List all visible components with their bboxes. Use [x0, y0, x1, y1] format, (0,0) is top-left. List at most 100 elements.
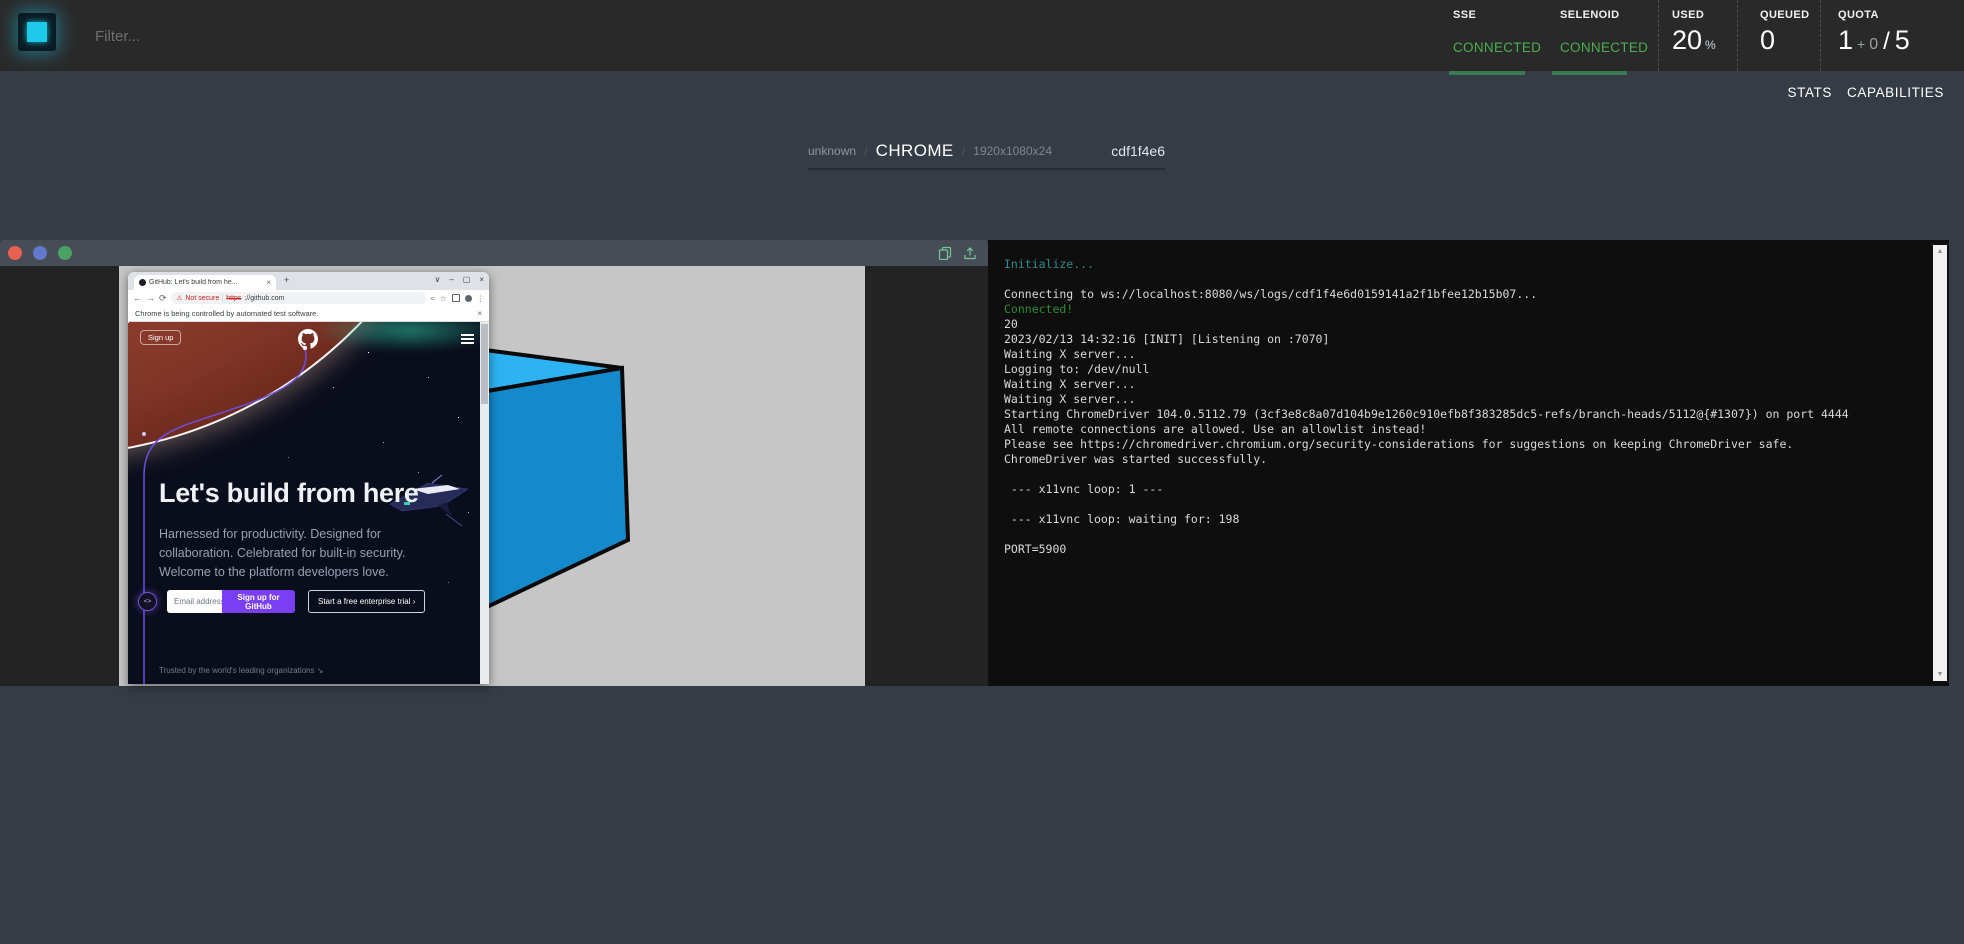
page-scrollbar-thumb[interactable] — [481, 324, 488, 404]
hero-tagline: Harnessed for productivity. Designed for… — [159, 525, 455, 582]
tab-stats[interactable]: STATS — [1788, 85, 1833, 100]
infobar-close-icon[interactable]: × — [477, 309, 482, 318]
log-line — [1004, 527, 1919, 542]
selenoid-ui-root: SSE CONNECTED SELENOID CONNECTED USED 20… — [0, 0, 1964, 944]
warning-icon: ⚠ — [177, 294, 183, 302]
session-browser: CHROME — [876, 141, 954, 161]
quota-pending: 0 — [1869, 36, 1878, 54]
minimize-icon[interactable]: – — [449, 275, 453, 284]
session-resolution: 1920x1080x24 — [973, 144, 1052, 158]
scroll-down-arrow-icon[interactable]: ▼ — [1933, 671, 1947, 678]
sse-status: CONNECTED — [1453, 40, 1541, 55]
log-line: Starting ChromeDriver 104.0.5112.79 (3cf… — [1004, 407, 1919, 422]
hero-heading: Let's build from here — [159, 478, 419, 509]
quota-slash: / — [1883, 28, 1890, 56]
header-divider — [1658, 0, 1659, 71]
toolbar-icons: < ☆ ⋮ — [430, 294, 484, 303]
signup-for-github-button[interactable]: Sign up for GitHub — [222, 590, 295, 613]
new-tab-button[interactable]: + — [284, 275, 289, 285]
log-line: Logging to: /dev/null — [1004, 362, 1919, 377]
log-output: Initialize...Connecting to ws://localhos… — [1004, 257, 1919, 678]
log-line: Waiting X server... — [1004, 347, 1919, 362]
tab-capabilities[interactable]: CAPABILITIES — [1847, 85, 1944, 100]
log-line: --- x11vnc loop: waiting for: 198 — [1004, 512, 1919, 527]
logo-inner-square — [27, 22, 47, 42]
github-favicon — [139, 279, 146, 286]
tab-search-icon[interactable]: ∨ — [434, 275, 440, 284]
page-scrollbar[interactable] — [480, 322, 489, 684]
selenoid-status-underline — [1552, 71, 1627, 75]
back-icon[interactable]: ← — [133, 293, 142, 303]
tab-strip: GitHub: Let's build from he... × + ∨ – ▢… — [128, 272, 489, 290]
profile-avatar[interactable] — [465, 295, 472, 302]
filter-input[interactable] — [93, 17, 517, 55]
vnc-screen[interactable]: GitHub: Let's build from he... × + ∨ – ▢… — [0, 266, 988, 686]
github-signup-button[interactable]: Sign up — [140, 330, 181, 345]
share-icon[interactable]: < — [430, 294, 434, 303]
url-divider — [222, 294, 223, 302]
sidepanel-icon[interactable] — [452, 294, 460, 302]
infobar-text: Chrome is being controlled by automated … — [135, 309, 318, 318]
github-logo-icon[interactable] — [298, 329, 318, 349]
code-icon: <> — [138, 592, 157, 611]
github-page: Sign up Let's build from here Harnessed … — [128, 322, 489, 684]
scroll-up-arrow-icon[interactable]: ▲ — [1933, 248, 1947, 255]
address-bar: ← → ⟳ ⚠ Not secure https ://github.com < — [128, 290, 489, 306]
session-owner: unknown — [808, 144, 856, 158]
https-struck: https — [226, 295, 241, 302]
used-label: USED — [1672, 9, 1704, 21]
log-line: Waiting X server... — [1004, 377, 1919, 392]
not-secure-label: Not secure — [185, 295, 219, 302]
browser-tab[interactable]: GitHub: Let's build from he... × — [134, 275, 276, 290]
trusted-text: Trusted by the world's leading organizat… — [159, 666, 323, 675]
minimize-window-button[interactable] — [33, 246, 47, 260]
session-row[interactable]: unknown / CHROME / 1920x1080x24 cdf1f4e6 — [808, 136, 1165, 166]
session-separator: / — [864, 144, 868, 159]
url-field[interactable]: ⚠ Not secure https ://github.com — [171, 292, 427, 304]
selenoid-label: SELENOID — [1560, 9, 1619, 21]
log-line: Connecting to ws://localhost:8080/ws/log… — [1004, 287, 1919, 302]
url-text: ://github.com — [244, 295, 284, 302]
kebab-menu-icon[interactable]: ⋮ — [477, 294, 485, 303]
sse-label: SSE — [1453, 9, 1476, 21]
vnc-panel: GitHub: Let's build from he... × + ∨ – ▢… — [0, 240, 988, 686]
log-line: --- x11vnc loop: 1 --- — [1004, 482, 1919, 497]
tab-close-icon[interactable]: × — [266, 278, 271, 287]
bookmark-star-icon[interactable]: ☆ — [440, 294, 447, 303]
close-icon[interactable]: × — [479, 275, 484, 284]
header-divider — [1820, 0, 1821, 71]
fullscreen-window-button[interactable] — [58, 246, 72, 260]
maximize-icon[interactable]: ▢ — [463, 275, 471, 284]
tab-title: GitHub: Let's build from he... — [149, 279, 263, 286]
upload-icon[interactable] — [963, 246, 977, 260]
log-line: All remote connections are allowed. Use … — [1004, 422, 1919, 437]
used-unit: % — [1705, 38, 1716, 52]
log-line — [1004, 467, 1919, 482]
remote-desktop: GitHub: Let's build from he... × + ∨ – ▢… — [119, 266, 865, 686]
session-underline — [808, 168, 1165, 170]
log-line — [1004, 497, 1919, 512]
email-field[interactable] — [167, 590, 222, 613]
automation-infobar: Chrome is being controlled by automated … — [128, 306, 489, 322]
top-bar: SSE CONNECTED SELENOID CONNECTED USED 20… — [0, 0, 1964, 71]
close-window-button[interactable] — [8, 246, 22, 260]
log-line: Waiting X server... — [1004, 392, 1919, 407]
log-line: PORT=5900 — [1004, 542, 1919, 557]
quota-label: QUOTA — [1838, 9, 1879, 21]
copy-icon[interactable] — [938, 246, 952, 260]
reload-icon[interactable]: ⟳ — [159, 293, 167, 304]
sse-status-underline — [1449, 71, 1525, 75]
session-separator: / — [962, 144, 966, 159]
enterprise-trial-button[interactable]: Start a free enterprise trial › — [308, 590, 425, 613]
vnc-titlebar — [0, 240, 988, 266]
selenoid-logo-icon[interactable] — [18, 13, 56, 51]
hamburger-menu-icon[interactable] — [461, 334, 474, 347]
quota-plus: + — [1857, 36, 1865, 52]
log-line: 2023/02/13 14:32:16 [INIT] [Listening on… — [1004, 332, 1919, 347]
log-scrollbar[interactable]: ▲ ▼ — [1933, 245, 1947, 681]
log-line: Please see https://chromedriver.chromium… — [1004, 437, 1919, 452]
log-line — [1004, 272, 1919, 287]
header-divider — [1737, 0, 1738, 71]
selenoid-status: CONNECTED — [1560, 40, 1648, 55]
forward-icon[interactable]: → — [146, 293, 155, 303]
